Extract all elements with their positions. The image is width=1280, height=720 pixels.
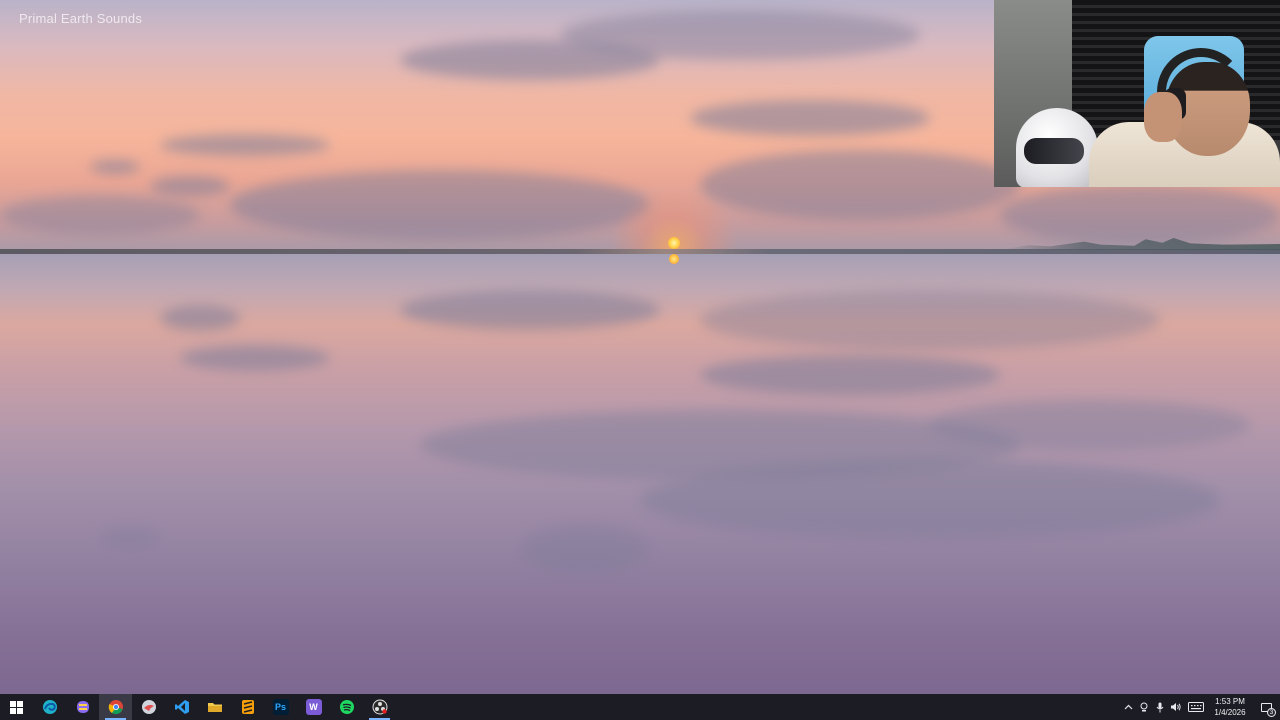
taskbar-button-start[interactable] [0,694,33,720]
sublime-text-icon [240,699,256,715]
desktop-screen: Primal Earth Sounds Ps W 1:53 PM 1/4/202… [0,0,1280,720]
cloud-reflection [700,355,1000,395]
cloud-reflection [100,528,160,548]
cloud-reflection [180,345,330,371]
keyboard-icon[interactable] [1184,694,1208,720]
sun-reflection [669,254,679,264]
obs-icon [372,699,388,715]
taskbar-button-copilot[interactable] [66,694,99,720]
clock-time: 1:53 PM [1215,697,1245,706]
cloud-reflection [400,290,660,330]
chevron-up-icon[interactable] [1120,694,1136,720]
taskbar-button-edge[interactable] [33,694,66,720]
folder-icon [207,699,223,715]
cloud-reflection [160,305,240,331]
taskbar: Ps W 1:53 PM 1/4/2026 3 [0,694,1280,720]
cloud [700,150,1020,220]
webcam-helmet-visor [1024,138,1084,164]
system-tray: 1:53 PM 1/4/2026 3 [1120,694,1280,720]
taskbar-button-w-app[interactable]: W [297,694,330,720]
camera-tray-icon[interactable] [1136,694,1152,720]
taskbar-button-app-bird[interactable] [132,694,165,720]
taskbar-button-file-explorer[interactable] [198,694,231,720]
bird-app-icon [141,699,157,715]
cloud [1000,185,1280,245]
cloud-reflection [640,460,1220,540]
speaker-icon[interactable] [1168,694,1184,720]
webcam-person-hand [1144,92,1182,142]
notification-count-badge: 3 [1267,708,1276,717]
chrome-icon [108,699,124,715]
photoshop-icon: Ps [272,699,289,715]
cloud-reflection [520,525,650,575]
cloud [560,10,920,60]
taskbar-apps: Ps W [0,694,396,720]
taskbar-button-photoshop[interactable]: Ps [264,694,297,720]
channel-watermark: Primal Earth Sounds [19,11,143,26]
notification-center-button[interactable]: 3 [1252,694,1280,720]
microphone-icon[interactable] [1152,694,1168,720]
cloud [90,160,140,174]
clock[interactable]: 1:53 PM 1/4/2026 [1208,694,1252,720]
taskbar-button-spotify[interactable] [330,694,363,720]
taskbar-button-sublime[interactable] [231,694,264,720]
vscode-icon [174,699,190,715]
taskbar-button-chrome[interactable] [99,694,132,720]
cloud [230,170,650,240]
w-app-icon: W [305,699,322,715]
clock-date: 1/4/2026 [1214,708,1246,717]
cloud [0,195,200,235]
webcam-overlay [994,0,1280,187]
taskbar-button-vscode[interactable] [165,694,198,720]
sun [668,237,680,249]
cloud [160,134,330,156]
edge-icon [42,699,58,715]
cloud [150,176,230,196]
spotify-icon [339,699,355,715]
taskbar-button-obs[interactable] [363,694,396,720]
cloud-reflection [930,400,1250,450]
cloud-reflection [700,290,1160,350]
copilot-icon [75,699,91,715]
cloud [690,100,930,136]
windows-logo-icon [9,699,25,715]
